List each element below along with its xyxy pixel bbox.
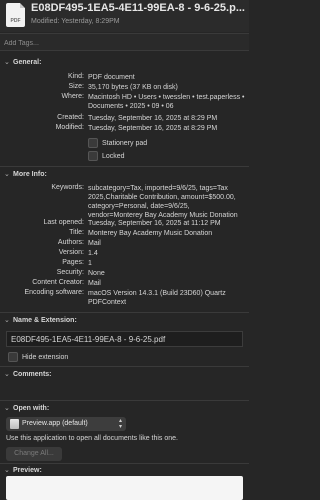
chevron-down-icon: ⌄ <box>4 405 10 412</box>
authors-value: Mail <box>88 240 101 247</box>
content-creator-value: Mail <box>88 280 101 287</box>
modified-date: Modified: Yesterday, 8:29PM <box>31 18 120 25</box>
file-title: E08DF495-1EA5-4E11-99EA-8 - 9-6-25.p... <box>31 2 245 14</box>
security-label: Security: <box>56 269 84 276</box>
pdf-file-icon: PDF <box>6 3 25 27</box>
select-arrows-icon: ▴ ▾ <box>118 418 122 430</box>
where-value: Macintosh HD • Users • twesslen • test.p… <box>88 94 245 110</box>
authors-label: Authors: <box>57 239 84 246</box>
preview-app-icon <box>10 419 19 429</box>
name-extension-section-header[interactable]: ⌄ Name & Extension: <box>0 314 249 328</box>
divider <box>0 366 249 367</box>
version-value: 1.4 <box>88 250 98 257</box>
chevron-down-icon: ⌄ <box>4 171 10 178</box>
security-value: None <box>88 270 105 277</box>
header: PDF E08DF495-1EA5-4E11-99EA-8 - 9-6-25.p… <box>0 0 249 32</box>
filename-field[interactable]: E08DF495-1EA5-4E11-99EA-8 - 9-6-25.pdf <box>6 331 243 347</box>
size-label: Size: <box>68 83 84 90</box>
chevron-down-icon: ⌄ <box>4 59 10 66</box>
last-opened-value: Tuesday, September 16, 2025 at 11:12 PM <box>88 220 221 227</box>
kind-value: PDF document <box>88 74 135 81</box>
content-creator-label: Content Creator: <box>32 279 84 286</box>
hide-extension-label: Hide extension <box>22 354 69 361</box>
more-info-section-header[interactable]: ⌄ More Info: <box>0 168 249 182</box>
keywords-value: subcategory=Tax, imported=9/6/25, tags=T… <box>88 185 238 219</box>
locked-label: Locked <box>102 153 125 160</box>
open-with-section-header[interactable]: ⌄ Open with: <box>0 402 249 416</box>
keywords-label: Keywords: <box>51 184 84 191</box>
pages-label: Pages: <box>62 259 84 266</box>
kind-label: Kind: <box>68 73 84 80</box>
encoding-software-label: Encoding software: <box>24 289 84 296</box>
comments-section-header[interactable]: ⌄ Comments: <box>0 368 249 382</box>
size-value: 35,170 bytes (37 KB on disk) <box>88 84 178 91</box>
divider <box>0 166 249 167</box>
locked-checkbox[interactable] <box>88 151 98 161</box>
where-label: Where: <box>61 93 84 100</box>
title-label: Title: <box>69 229 84 236</box>
filename-text: E08DF495-1EA5-4E11-99EA-8 - 9-6-25.pdf <box>11 335 166 344</box>
change-all-button[interactable]: Change All... <box>6 447 62 461</box>
encoding-software-value: macOS Version 14.3.1 (Build 23D60) Quart… <box>88 290 226 306</box>
preview-thumbnail <box>6 476 243 500</box>
stationery-pad-label: Stationery pad <box>102 140 148 147</box>
open-with-description: Use this application to open all documen… <box>6 435 178 442</box>
chevron-down-icon: ⌄ <box>4 467 10 474</box>
title-value: Monterey Bay Academy Music Donation <box>88 230 213 237</box>
chevron-down-icon: ⌄ <box>4 371 10 378</box>
modified-label: Modified: <box>55 124 84 131</box>
modified-value: Tuesday, September 16, 2025 at 8:29 PM <box>88 125 218 132</box>
divider <box>0 400 249 401</box>
chevron-down-icon: ⌄ <box>4 317 10 324</box>
divider <box>0 312 249 313</box>
created-label: Created: <box>57 114 84 121</box>
created-value: Tuesday, September 16, 2025 at 8:29 PM <box>88 115 218 122</box>
add-tags-input[interactable] <box>4 37 244 49</box>
last-opened-label: Last opened: <box>43 219 84 226</box>
open-with-app-select[interactable]: Preview.app (default) ▴ ▾ <box>6 417 126 431</box>
pages-value: 1 <box>88 260 92 267</box>
general-section-header[interactable]: ⌄ General: <box>0 56 249 70</box>
hide-extension-checkbox[interactable] <box>8 352 18 362</box>
tags-bar <box>0 33 249 51</box>
version-label: Version: <box>58 249 84 256</box>
stationery-pad-checkbox[interactable] <box>88 138 98 148</box>
